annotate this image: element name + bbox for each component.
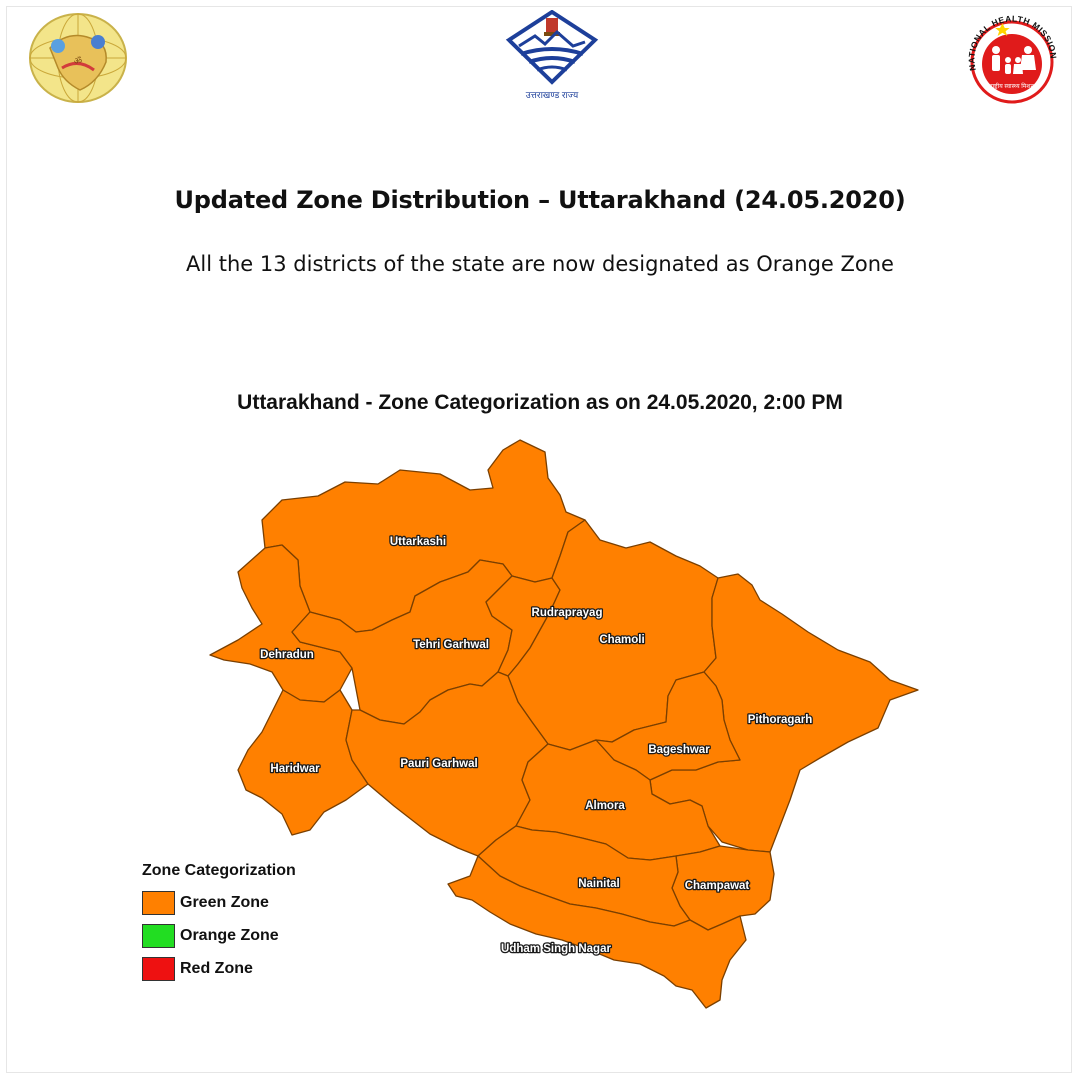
label-pauri-garhwal: Pauri Garhwal <box>400 758 477 770</box>
label-haridwar: Haridwar <box>270 763 320 775</box>
label-chamoli: Chamoli <box>599 634 644 646</box>
label-champawat: Champawat <box>685 880 750 892</box>
legend-item-green-zone: Green Zone <box>142 886 296 919</box>
legend-label: Green Zone <box>180 893 269 911</box>
label-rudraprayag: Rudraprayag <box>532 607 603 619</box>
label-uttarkashi: Uttarkashi <box>390 536 446 548</box>
map-legend: Zone Categorization Green Zone Orange Zo… <box>142 862 296 985</box>
label-bageshwar: Bageshwar <box>648 744 710 756</box>
legend-swatch <box>142 956 175 981</box>
label-almora: Almora <box>585 800 625 812</box>
label-dehradun: Dehradun <box>260 649 314 661</box>
label-udham-singh-nagar: Udham Singh Nagar <box>501 943 611 955</box>
legend-swatch <box>142 923 175 948</box>
label-nainital: Nainital <box>578 878 620 890</box>
label-tehri-garhwal: Tehri Garhwal <box>413 639 489 651</box>
legend-label: Red Zone <box>180 959 253 977</box>
legend-item-red-zone: Red Zone <box>142 952 296 985</box>
legend-label: Orange Zone <box>180 926 279 944</box>
legend-item-orange-zone: Orange Zone <box>142 919 296 952</box>
legend-swatch <box>142 890 175 915</box>
legend-title: Zone Categorization <box>142 862 296 879</box>
label-pithoragarh: Pithoragarh <box>748 714 813 726</box>
